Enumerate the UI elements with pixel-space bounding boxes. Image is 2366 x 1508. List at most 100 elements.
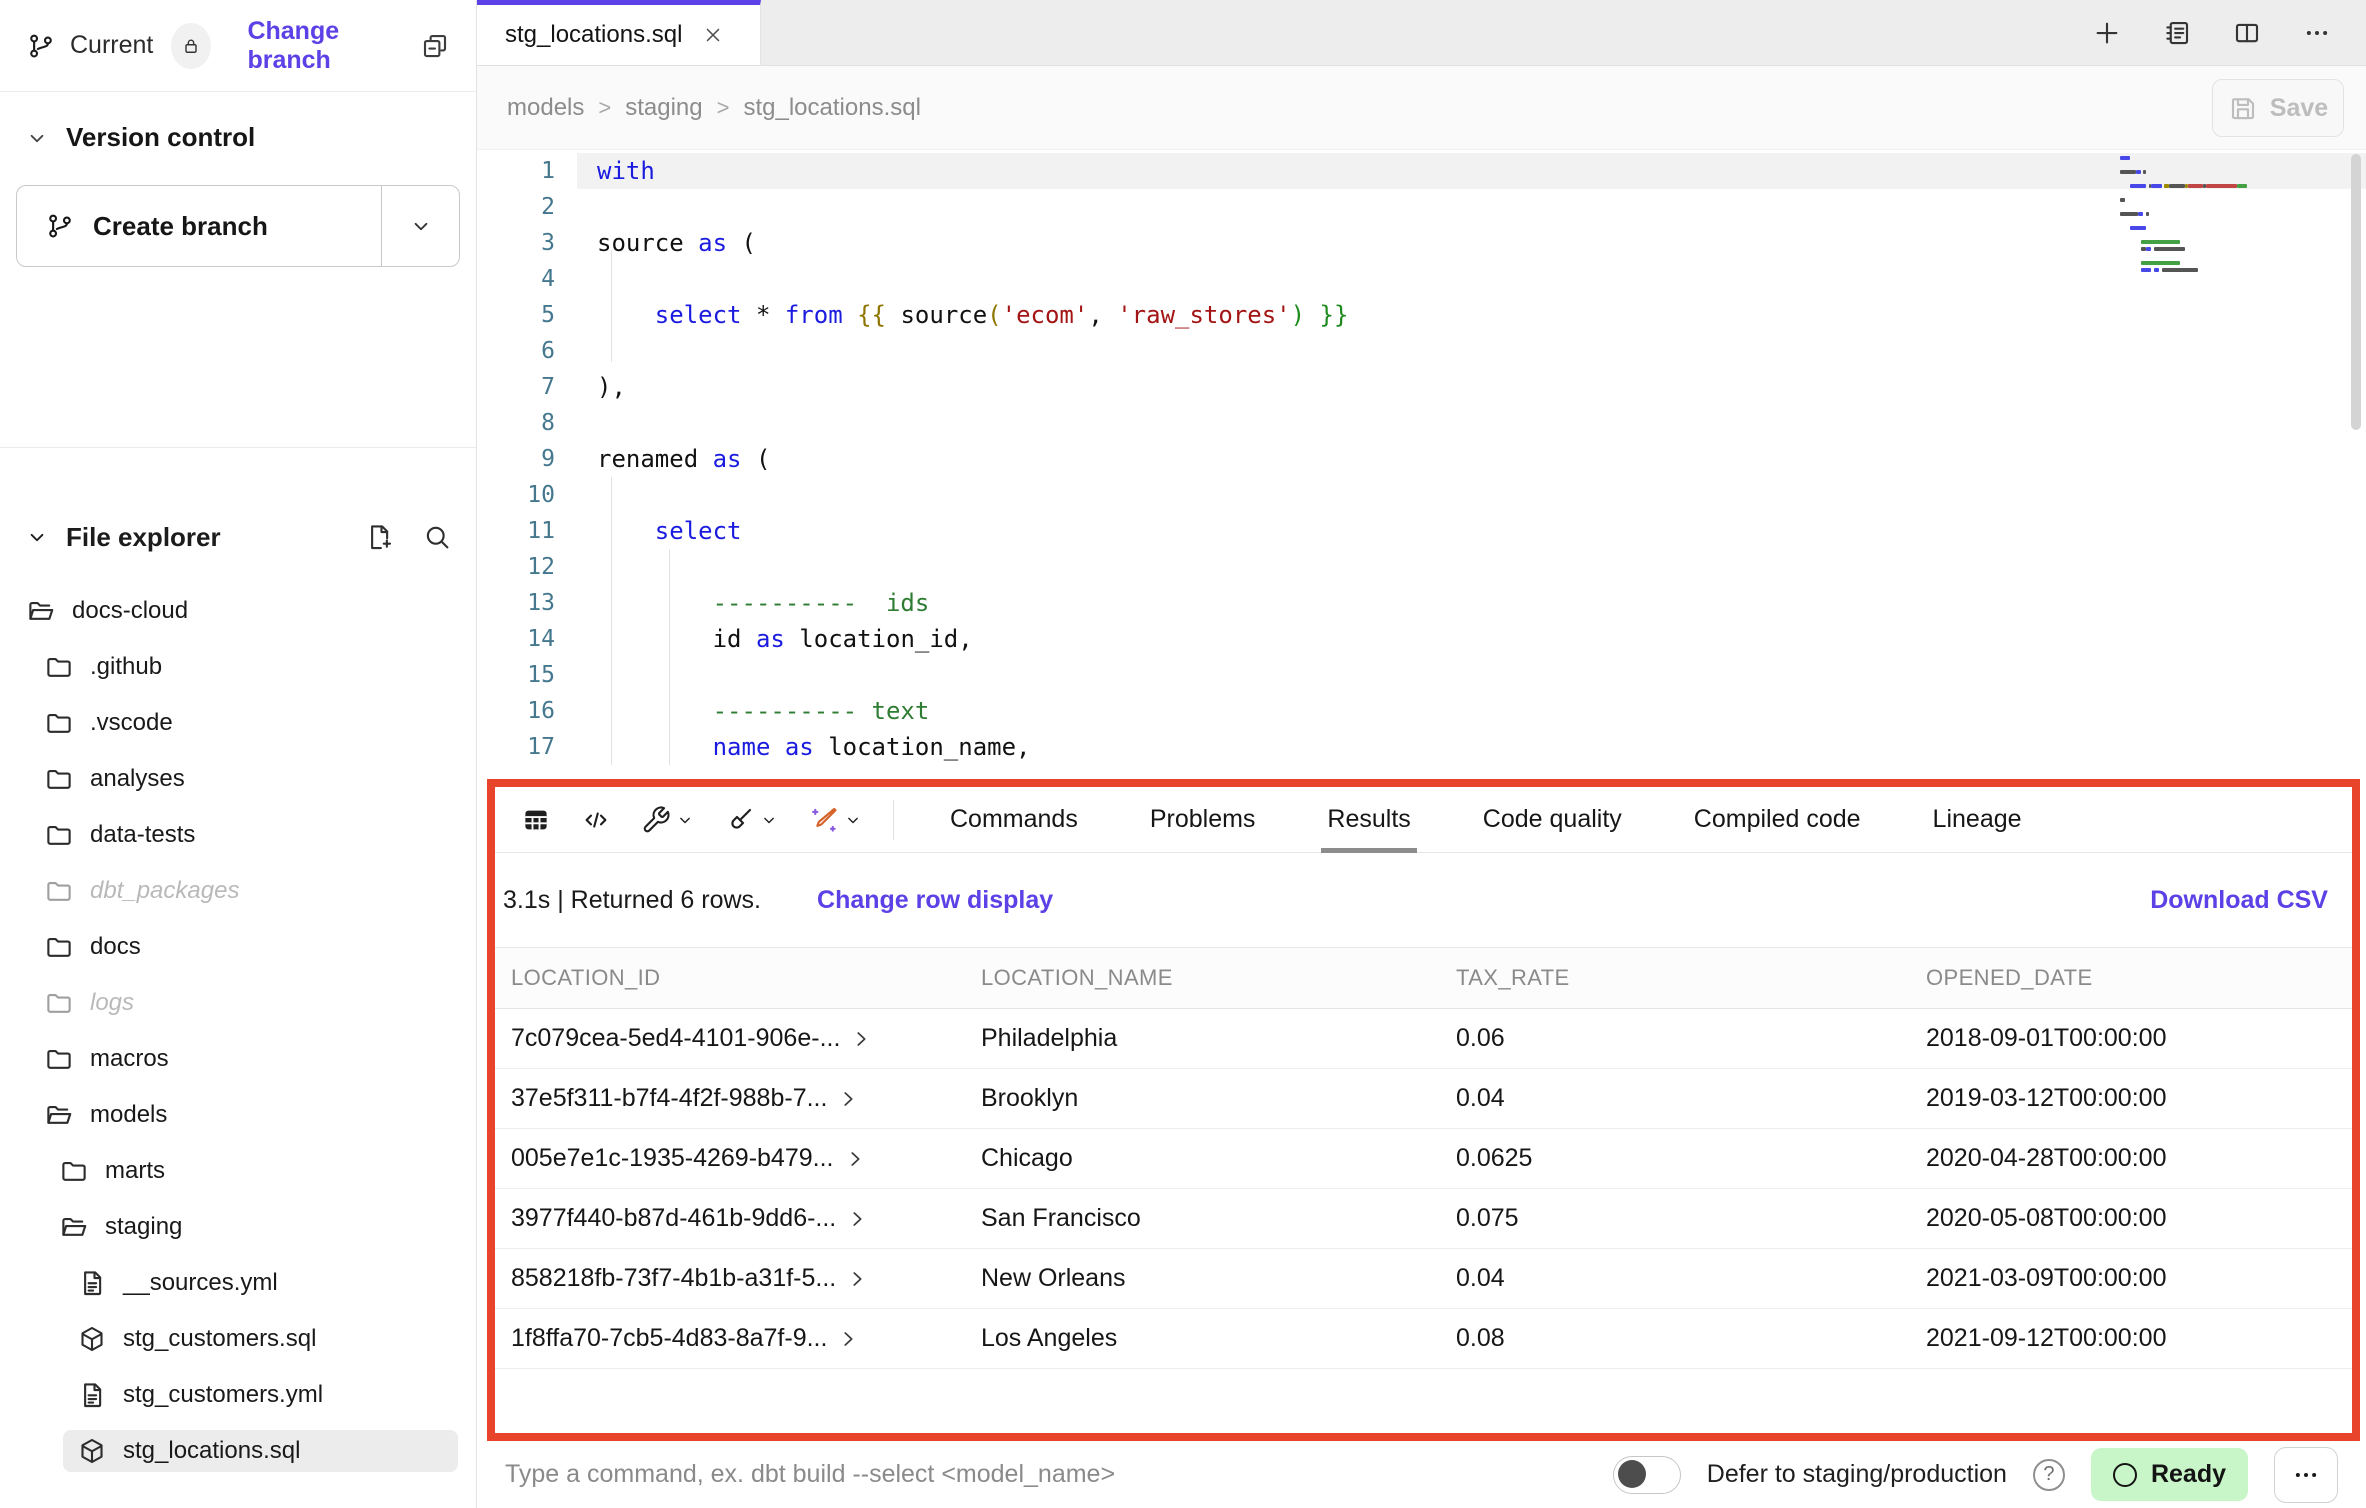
breadcrumb-part-stg-locations-sql[interactable]: stg_locations.sql [743, 94, 920, 122]
breadcrumb-part-models[interactable]: models [507, 94, 584, 122]
tree-item-github[interactable]: .github [0, 639, 476, 695]
code-line-15[interactable]: 15 [477, 657, 2366, 693]
code-line-16[interactable]: 16 ---------- text [477, 693, 2366, 729]
file-label: macros [90, 1045, 169, 1073]
editor-scrollbar[interactable] [2351, 154, 2361, 430]
tree-item-macros[interactable]: macros [0, 1031, 476, 1087]
panel-tab-compiled-code[interactable]: Compiled code [1658, 787, 1897, 852]
code-editor[interactable]: 1with23source as (45 select * from {{ so… [477, 150, 2366, 779]
expand-cell-icon[interactable] [837, 1088, 859, 1110]
change-branch-link[interactable]: Change branch [247, 17, 406, 75]
new-file-icon[interactable] [364, 522, 394, 552]
panel-tab-commands[interactable]: Commands [914, 787, 1114, 852]
code-lines: 1with23source as (45 select * from {{ so… [477, 150, 2366, 765]
column-header-location-id[interactable]: LOCATION_ID [495, 965, 965, 991]
split-pane-icon[interactable] [2232, 18, 2262, 48]
line-number: 7 [477, 369, 577, 405]
tree-item-marts[interactable]: marts [0, 1143, 476, 1199]
tree-item-analyses[interactable]: analyses [0, 751, 476, 807]
tree-item-logs[interactable]: logs [0, 975, 476, 1031]
tree-item-vscode[interactable]: .vscode [0, 695, 476, 751]
tree-item-stg-locations-sql[interactable]: stg_locations.sql [0, 1423, 476, 1479]
expand-cell-icon[interactable] [846, 1268, 868, 1290]
more-options-icon[interactable] [2302, 18, 2332, 48]
results-table-header: LOCATION_IDLOCATION_NAMETAX_RATEOPENED_D… [495, 947, 2352, 1009]
create-branch-button[interactable]: Create branch [16, 185, 460, 267]
create-branch-main[interactable]: Create branch [17, 186, 381, 266]
tree-item-staging[interactable]: staging [0, 1199, 476, 1255]
tree-item-stg-customers-yml[interactable]: stg_customers.yml [0, 1367, 476, 1423]
expand-cell-icon[interactable] [837, 1328, 859, 1350]
code-line-4[interactable]: 4 [477, 261, 2366, 297]
create-branch-dropdown[interactable] [381, 186, 459, 266]
format-menu[interactable] [715, 805, 789, 835]
panel-tab-results[interactable]: Results [1291, 787, 1446, 852]
tree-item-stg-customers-sql[interactable]: stg_customers.sql [0, 1311, 476, 1367]
code-line-1[interactable]: 1with [477, 153, 2366, 189]
code-line-6[interactable]: 6 [477, 333, 2366, 369]
more-actions-button[interactable] [2274, 1447, 2338, 1503]
tab-stg-locations-sql[interactable]: stg_locations.sql [477, 0, 761, 65]
tree-item-sources-yml[interactable]: __sources.yml [0, 1255, 476, 1311]
code-line-7[interactable]: 7), [477, 369, 2366, 405]
panel-tab-code-quality[interactable]: Code quality [1447, 787, 1658, 852]
expand-cell-icon[interactable] [850, 1028, 872, 1050]
code-line-5[interactable]: 5 select * from {{ source('ecom', 'raw_s… [477, 297, 2366, 333]
file-label: .github [90, 653, 162, 681]
copy-icon[interactable] [420, 31, 450, 61]
download-csv-link[interactable]: Download CSV [2150, 886, 2328, 915]
column-header-opened-date[interactable]: OPENED_DATE [1910, 965, 2352, 991]
tree-item-models[interactable]: models [0, 1087, 476, 1143]
code-line-3[interactable]: 3source as ( [477, 225, 2366, 261]
build-tools-menu[interactable] [631, 805, 705, 835]
tree-item-data-tests[interactable]: data-tests [0, 807, 476, 863]
file-label: stg_customers.yml [123, 1381, 323, 1409]
line-number: 3 [477, 225, 577, 261]
search-icon[interactable] [422, 522, 452, 552]
defer-toggle[interactable] [1613, 1456, 1681, 1494]
file-label: docs-cloud [72, 597, 188, 625]
tree-item-docs[interactable]: docs [0, 919, 476, 975]
panel-tab-problems[interactable]: Problems [1114, 787, 1292, 852]
line-number: 10 [477, 477, 577, 513]
code-line-10[interactable]: 10 [477, 477, 2366, 513]
expand-cell-icon[interactable] [844, 1148, 866, 1170]
new-tab-icon[interactable] [2092, 18, 2122, 48]
code-view-icon[interactable] [581, 805, 611, 835]
magic-pen-icon [809, 805, 839, 835]
close-tab-icon[interactable] [702, 24, 724, 46]
code-line-9[interactable]: 9renamed as ( [477, 441, 2366, 477]
column-header-location-name[interactable]: LOCATION_NAME [965, 965, 1440, 991]
save-button[interactable]: Save [2212, 79, 2344, 137]
notebook-icon[interactable] [2162, 18, 2192, 48]
line-number: 4 [477, 261, 577, 297]
file-icon [77, 1268, 107, 1298]
help-icon[interactable]: ? [2033, 1459, 2065, 1491]
change-row-display-link[interactable]: Change row display [817, 886, 1053, 915]
status-badge-ready[interactable]: Ready [2091, 1448, 2248, 1501]
code-line-8[interactable]: 8 [477, 405, 2366, 441]
code-line-12[interactable]: 12 [477, 549, 2366, 585]
command-input[interactable] [505, 1460, 1587, 1489]
cell: 7c079cea-5ed4-4101-906e-... [495, 1024, 965, 1053]
file-explorer-header[interactable]: File explorer [0, 505, 476, 569]
create-branch-label: Create branch [93, 211, 268, 242]
chevron-down-icon [24, 125, 50, 151]
panel-tab-lineage[interactable]: Lineage [1897, 787, 2058, 852]
expand-cell-icon[interactable] [846, 1208, 868, 1230]
code-line-13[interactable]: 13 ---------- ids [477, 585, 2366, 621]
code-line-11[interactable]: 11 select [477, 513, 2366, 549]
branch-locked-badge [171, 23, 211, 69]
code-line-14[interactable]: 14 id as location_id, [477, 621, 2366, 657]
line-number: 9 [477, 441, 577, 477]
version-control-header[interactable]: Version control [0, 92, 476, 153]
editor-tab-bar: stg_locations.sql [477, 0, 2366, 66]
results-table-icon[interactable] [521, 805, 551, 835]
tree-item-dbt-packages[interactable]: dbt_packages [0, 863, 476, 919]
code-line-2[interactable]: 2 [477, 189, 2366, 225]
column-header-tax-rate[interactable]: TAX_RATE [1440, 965, 1910, 991]
breadcrumb-part-staging[interactable]: staging [625, 94, 702, 122]
ai-assist-menu[interactable] [799, 805, 873, 835]
tree-item-docs-cloud[interactable]: docs-cloud [0, 583, 476, 639]
code-line-17[interactable]: 17 name as location_name, [477, 729, 2366, 765]
